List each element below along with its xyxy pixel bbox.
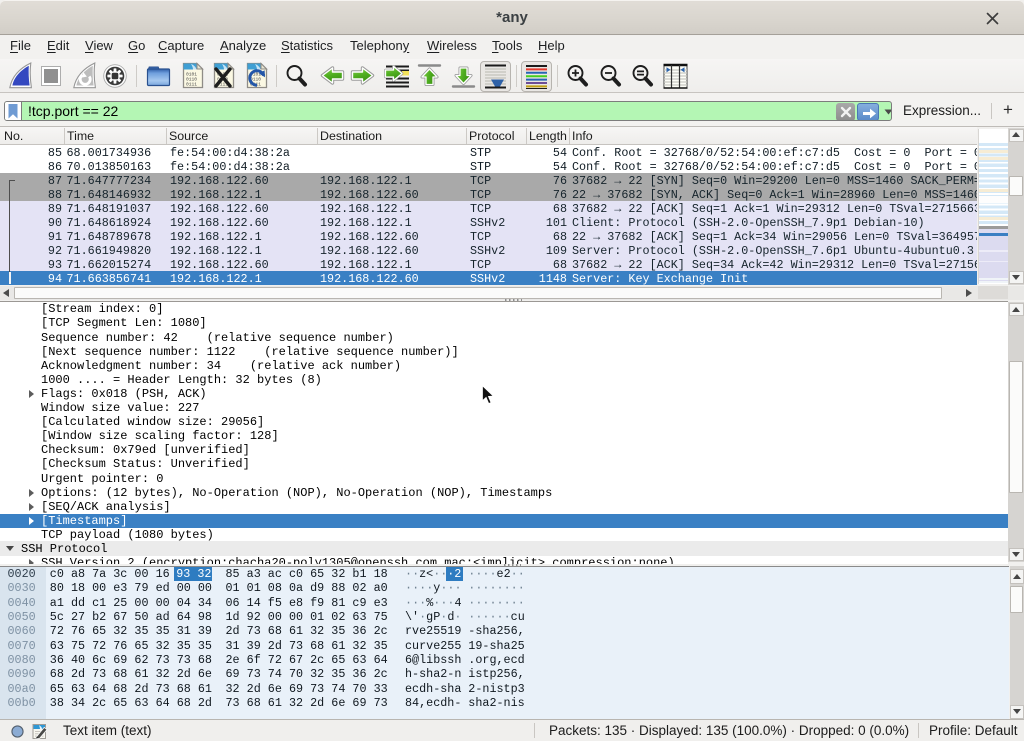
svg-text:0111: 0111 bbox=[186, 82, 197, 88]
